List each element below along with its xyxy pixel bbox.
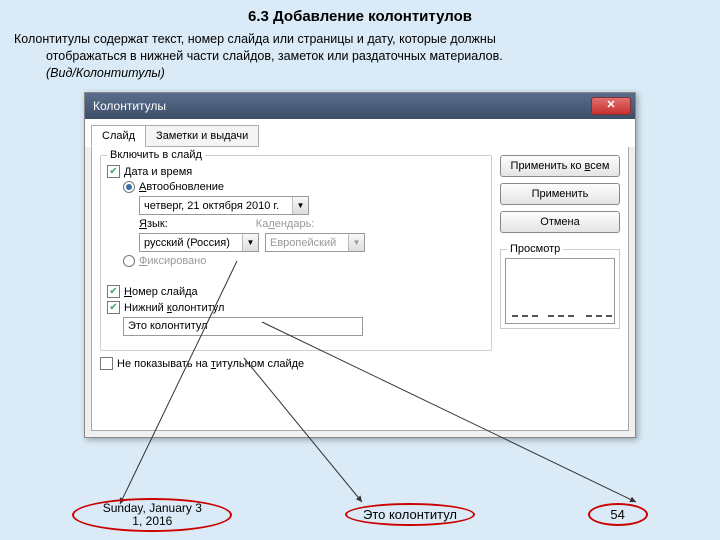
tab-notes[interactable]: Заметки и выдачи bbox=[145, 125, 259, 147]
cancel-button[interactable]: Отмена bbox=[500, 211, 620, 233]
preview-group: Просмотр bbox=[500, 249, 620, 329]
desc-line3: (Вид/Колонтитулы) bbox=[14, 65, 706, 82]
calendar-combo: Европейский ▼ bbox=[265, 233, 365, 252]
autoupdate-label: Автообновление bbox=[139, 181, 224, 193]
oval-num: 54 bbox=[588, 503, 648, 526]
fixed-radio[interactable] bbox=[123, 255, 135, 267]
tab-strip: Слайд Заметки и выдачи bbox=[85, 119, 635, 147]
apply-button[interactable]: Применить bbox=[500, 183, 620, 205]
preview-box bbox=[505, 258, 615, 324]
footer-text-input[interactable]: Это колонтитул bbox=[123, 317, 363, 336]
datetime-label: Дата и время bbox=[124, 166, 192, 178]
lang-label: Язык: bbox=[139, 218, 168, 230]
footer-annotations: Sunday, January 31, 2016 Это колонтитул … bbox=[0, 498, 720, 532]
datetime-checkbox[interactable]: ✔ bbox=[107, 165, 120, 178]
fixed-label: Фиксировано bbox=[139, 255, 206, 267]
panel: Включить в слайд ✔ Дата и время Автообно… bbox=[91, 147, 629, 431]
page-title: 6.3 Добавление колонтитулов bbox=[0, 0, 720, 31]
preview-label: Просмотр bbox=[507, 243, 563, 255]
description: Колонтитулы содержат текст, номер слайда… bbox=[0, 31, 720, 90]
close-button[interactable]: ✕ bbox=[591, 97, 631, 115]
chevron-down-icon: ▼ bbox=[292, 197, 308, 214]
window-title: Колонтитулы bbox=[93, 99, 591, 113]
oval-date: Sunday, January 31, 2016 bbox=[72, 498, 232, 532]
apply-all-button[interactable]: Применить ко всем bbox=[500, 155, 620, 177]
tab-slide[interactable]: Слайд bbox=[91, 125, 146, 147]
desc-line1: Колонтитулы содержат текст, номер слайда… bbox=[14, 32, 496, 46]
notitle-label: Не показывать на титульном слайде bbox=[117, 358, 304, 370]
chevron-down-icon: ▼ bbox=[348, 234, 364, 251]
calendar-label: Календарь: bbox=[256, 218, 315, 230]
desc-line2: отображаться в нижней части слайдов, зам… bbox=[14, 48, 706, 65]
titlebar[interactable]: Колонтитулы ✕ bbox=[85, 93, 635, 119]
chevron-down-icon: ▼ bbox=[242, 234, 258, 251]
notitle-checkbox[interactable] bbox=[100, 357, 113, 370]
autoupdate-radio[interactable] bbox=[123, 181, 135, 193]
slidenum-checkbox[interactable]: ✔ bbox=[107, 285, 120, 298]
date-combo[interactable]: четверг, 21 октября 2010 г. ▼ bbox=[139, 196, 309, 215]
slidenum-label: Номер слайда bbox=[124, 286, 198, 298]
oval-text: Это колонтитул bbox=[345, 503, 475, 526]
lang-combo[interactable]: русский (Россия) ▼ bbox=[139, 233, 259, 252]
group-include: Включить в слайд bbox=[107, 149, 205, 161]
footer-label: Нижний колонтитул bbox=[124, 302, 224, 314]
footer-checkbox[interactable]: ✔ bbox=[107, 301, 120, 314]
dialog-window: Колонтитулы ✕ Слайд Заметки и выдачи Вкл… bbox=[84, 92, 636, 438]
